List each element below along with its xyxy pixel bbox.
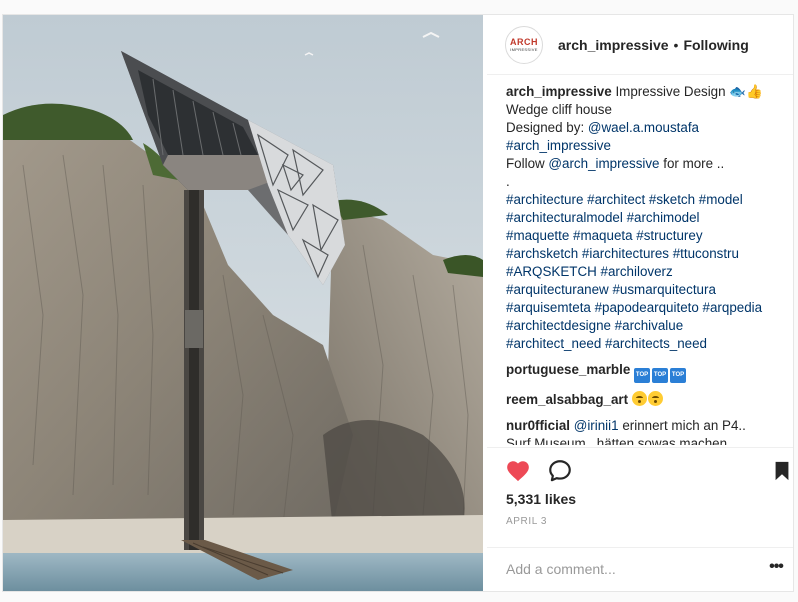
hashtag-line[interactable]: #ARQSKETCH #archiloverz <box>506 263 787 281</box>
hashtag-line[interactable]: #architecturalmodel #archimodel <box>506 209 787 227</box>
more-options-icon[interactable]: ••• <box>765 558 787 580</box>
hashtag-line[interactable]: #architecture #architect #sketch #model <box>506 191 787 209</box>
post-side-panel: ARCH IMPRESSIVE arch_impressive • Follow… <box>487 15 793 591</box>
post-card: ARCH IMPRESSIVE arch_impressive • Follow… <box>2 14 794 592</box>
caption-follow-text: Follow <box>506 156 549 171</box>
avatar[interactable]: ARCH IMPRESSIVE <box>505 25 543 64</box>
post-header: ARCH IMPRESSIVE arch_impressive • Follow… <box>487 15 793 75</box>
comment-item: reem_alsabbag_art <box>506 391 787 409</box>
cliff-house-photo <box>3 15 483 591</box>
comments-list[interactable]: arch_impressive Impressive Design 🐟👍 Wed… <box>487 83 787 445</box>
comment-mention-link[interactable]: @irinii1 <box>574 418 619 433</box>
caption-hashtag-link[interactable]: #arch_impressive <box>506 137 787 155</box>
comment-username[interactable]: nur0fficial <box>506 418 570 433</box>
add-comment-input[interactable] <box>506 557 746 581</box>
post-date[interactable]: APRIL 3 <box>506 516 547 527</box>
caption-dot: . <box>506 174 510 189</box>
designer-mention-link[interactable]: @wael.a.moustafa <box>588 120 699 135</box>
top-emoji-icon: TOP <box>634 368 651 383</box>
heart-icon[interactable] <box>505 458 531 484</box>
comment-item: portuguese_marble TOP TOP TOP <box>506 361 787 383</box>
top-emoji-icon: TOP <box>652 368 669 383</box>
comment-username[interactable]: portuguese_marble <box>506 362 630 377</box>
astonished-face-icon <box>647 391 663 406</box>
likes-count[interactable]: 5,331 likes <box>506 491 576 507</box>
caption-line-1: Impressive Design 🐟👍 <box>611 84 763 99</box>
comment-text: erinnert mich an P4.. <box>618 418 746 433</box>
avatar-logo-subtext: IMPRESSIVE <box>510 46 538 52</box>
hashtag-line[interactable]: #archsketch #iarchitectures #ttuconstru <box>506 245 787 263</box>
caption-line-2: Wedge cliff house <box>506 102 612 117</box>
comment-username[interactable]: reem_alsabbag_art <box>506 392 628 407</box>
following-button[interactable]: Following <box>683 37 748 53</box>
comment-icon[interactable] <box>547 458 573 484</box>
add-comment-bar: ••• <box>487 547 793 591</box>
hashtag-line[interactable]: #maquette #maqueta #structurey <box>506 227 787 245</box>
hashtag-line[interactable]: #arquitecturanew #usmarquitectura <box>506 281 787 299</box>
header-username[interactable]: arch_impressive <box>558 37 669 53</box>
comment-text-continued: Surf Museum.. hätten sowas machen <box>506 436 728 445</box>
astonished-face-icon <box>631 391 647 406</box>
caption: arch_impressive Impressive Design 🐟👍 Wed… <box>506 83 787 353</box>
caption-for-more: for more .. <box>659 156 725 171</box>
bookmark-icon[interactable] <box>771 458 793 484</box>
caption-username[interactable]: arch_impressive <box>506 84 612 99</box>
action-bar <box>487 447 793 487</box>
follow-mention-link[interactable]: @arch_impressive <box>548 156 659 171</box>
avatar-logo-text: ARCH <box>510 36 538 47</box>
hashtag-line[interactable]: #arquisemteta #papodearquiteto #arqpedia <box>506 299 787 317</box>
hashtag-line[interactable]: #architect_need #architects_need <box>506 335 787 353</box>
hashtag-line[interactable]: #architectdesigne #archivalue <box>506 317 787 335</box>
post-image[interactable] <box>3 15 483 591</box>
top-emoji-icon: TOP <box>670 368 687 383</box>
comment-item: nur0fficial @irinii1 erinnert mich an P4… <box>506 417 787 445</box>
header-separator: • <box>673 36 679 53</box>
caption-designed-by: Designed by: <box>506 120 588 135</box>
